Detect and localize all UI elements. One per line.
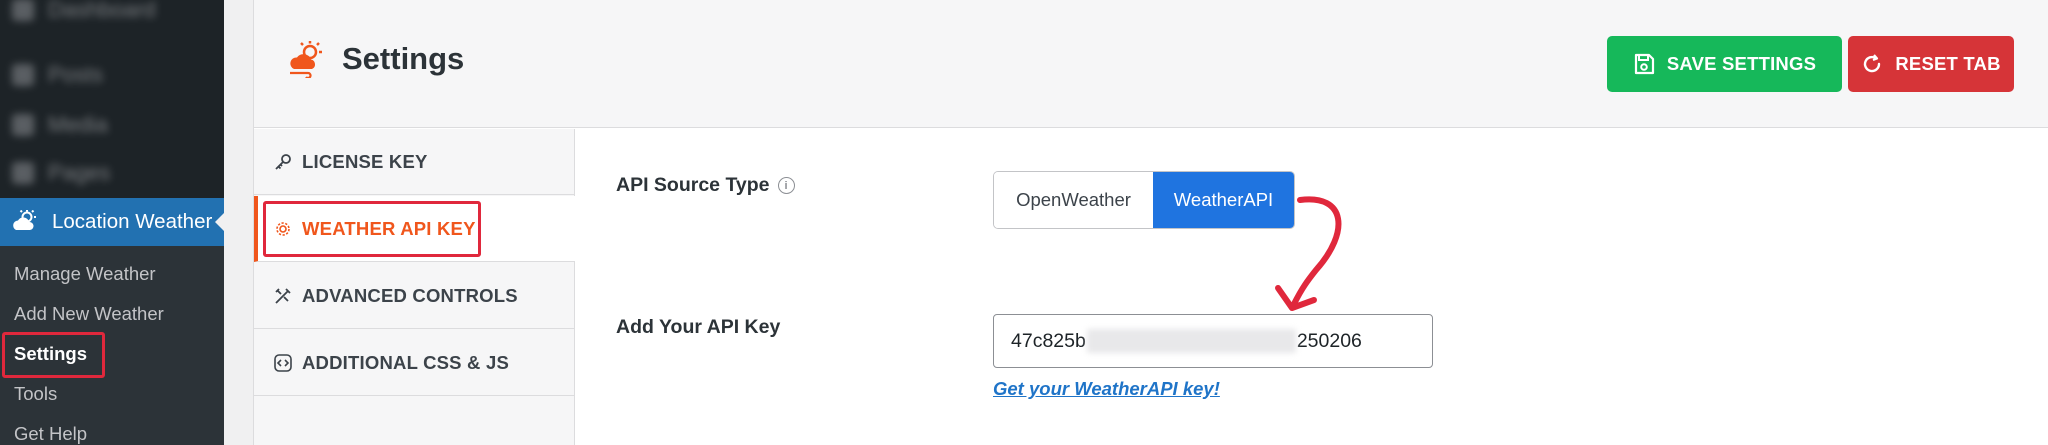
sidebar-item-posts[interactable]: Posts <box>12 62 103 88</box>
code-icon <box>274 353 292 372</box>
pin-icon <box>12 64 34 86</box>
get-api-key-link[interactable]: Get your WeatherAPI key! <box>993 378 1220 400</box>
api-key-input[interactable]: 47c825b 250206 <box>993 314 1433 368</box>
api-key-suffix: 250206 <box>1296 329 1362 352</box>
page-title-group: Settings <box>288 40 464 78</box>
submenu-get-help[interactable]: Get Help <box>14 423 87 445</box>
tab-label: LICENSE KEY <box>302 150 428 172</box>
sidebar-item-pages[interactable]: Pages <box>12 160 110 186</box>
sidebar-item-label: Pages <box>48 160 111 185</box>
option-openweather[interactable]: OpenWeather <box>994 172 1153 228</box>
weather-icon <box>13 210 36 230</box>
reset-tab-label: RESET TAB <box>1895 53 2001 74</box>
settings-header: Settings SAVE SETTINGS RESET TAB <box>254 0 2048 128</box>
settings-tabs: LICENSE KEY WEATHER API KEY ADVANCED CON… <box>254 129 575 445</box>
reset-tab-button[interactable]: RESET TAB <box>1848 36 2014 92</box>
tab-additional-css-js[interactable]: ADDITIONAL CSS & JS <box>254 330 574 396</box>
highlight-box-settings <box>2 332 105 378</box>
api-key-masked-segment <box>1086 329 1296 353</box>
api-source-type-text: API Source Type <box>616 174 770 196</box>
tab-label: ADDITIONAL CSS & JS <box>302 351 509 373</box>
submenu-manage-weather[interactable]: Manage Weather <box>14 263 156 285</box>
sidebar-item-dashboard[interactable]: Dashboard <box>12 0 156 23</box>
weather-logo-icon <box>290 41 322 78</box>
api-key-label: Add Your API Key <box>616 316 780 339</box>
annotation-arrow <box>1275 196 1342 311</box>
api-source-type-label: API Source Type i <box>616 174 795 197</box>
sidebar-item-location-weather[interactable]: Location Weather <box>0 198 224 246</box>
sidebar-item-media[interactable]: Media <box>12 112 108 138</box>
key-icon <box>275 153 291 170</box>
sidebar-item-label: Dashboard <box>48 0 156 22</box>
dashboard-icon <box>12 0 34 21</box>
page-title: Settings <box>342 41 465 76</box>
active-indicator <box>215 213 224 231</box>
pages-icon <box>12 162 34 184</box>
sidebar-item-label: Media <box>48 112 108 137</box>
refresh-icon <box>1864 54 1881 73</box>
sidebar-item-label: Posts <box>48 62 104 87</box>
tab-advanced-controls[interactable]: ADVANCED CONTROLS <box>254 263 574 329</box>
api-source-toggle: OpenWeather WeatherAPI <box>993 171 1295 229</box>
tab-label: ADVANCED CONTROLS <box>302 284 518 306</box>
info-icon[interactable]: i <box>777 177 795 194</box>
save-icon <box>1634 53 1654 75</box>
save-settings-button[interactable]: SAVE SETTINGS <box>1607 36 1842 92</box>
admin-sidebar: Dashboard Posts Media Pages Location Wea… <box>0 0 224 445</box>
media-icon <box>12 114 34 136</box>
submenu-tools[interactable]: Tools <box>14 383 57 405</box>
highlight-box-weather-api-tab <box>263 201 481 257</box>
submenu-add-new-weather[interactable]: Add New Weather <box>14 303 164 325</box>
tools-icon <box>275 287 291 304</box>
api-key-label-text: Add Your API Key <box>616 316 781 338</box>
sidebar-item-label: Location Weather <box>52 210 213 233</box>
save-settings-label: SAVE SETTINGS <box>1666 53 1817 74</box>
api-key-prefix: 47c825b <box>1011 329 1086 352</box>
tab-license-key[interactable]: LICENSE KEY <box>254 129 574 195</box>
